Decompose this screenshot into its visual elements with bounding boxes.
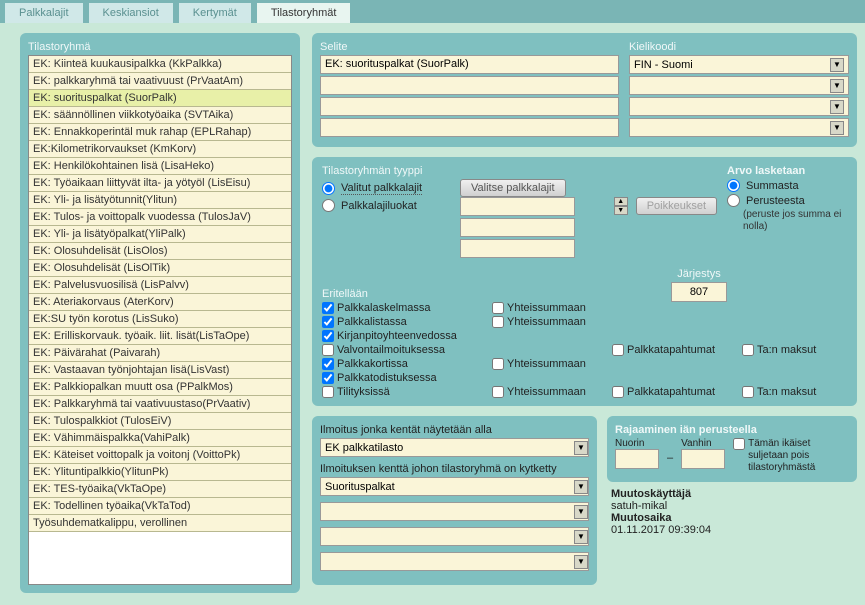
kielikoodi-dropdown-4[interactable]: ▼ (629, 118, 849, 137)
list-item[interactable]: EK: Vähimmäispalkka(VahiPalk) (29, 430, 291, 447)
palkkalistassa-checkbox[interactable] (322, 316, 334, 328)
selite-input-3[interactable] (320, 97, 619, 116)
luokat-spinner[interactable]: ▲▼ (614, 197, 628, 215)
kirjanpito-checkbox[interactable] (322, 330, 334, 342)
tilastoryhma-panel: Tilastoryhmä EK: Kiinteä kuukausipalkka … (20, 33, 300, 593)
type-eritel-panel: Tilastoryhmän tyyppi Valitut palkkalajit… (312, 157, 857, 406)
list-item[interactable]: EK: TES-työaika(VkTaOpe) (29, 481, 291, 498)
yhteissummaan-3-checkbox[interactable] (492, 358, 504, 370)
selite-input-4[interactable] (320, 118, 619, 137)
list-item[interactable]: EK: Päivärahat (Paivarah) (29, 345, 291, 362)
ilmoitus-panel: Ilmoitus jonka kentät näytetään alla EK … (312, 416, 597, 585)
chevron-down-icon: ▼ (574, 480, 588, 494)
chevron-down-icon: ▼ (830, 79, 844, 93)
selite-input-1[interactable]: EK: suorituspalkat (SuorPalk) (320, 55, 619, 74)
kentta-dropdown-1[interactable]: Suorituspalkat▼ (320, 477, 589, 496)
list-item[interactable]: EK: Ennakkoperintäl muk rahap (EPLRahap) (29, 124, 291, 141)
selite-input-2[interactable] (320, 76, 619, 95)
muutos-info: Muutoskäyttäjä satuh-mikal Muutosaika 01… (607, 482, 857, 542)
list-item[interactable]: Työsuhdematkalippu, verollinen (29, 515, 291, 532)
tilityksissa-checkbox[interactable] (322, 386, 334, 398)
chevron-down-icon: ▼ (830, 100, 844, 114)
kentta-dropdown-2[interactable]: ▼ (320, 502, 589, 521)
list-item[interactable]: EK: Tulospalkkiot (TulosEiV) (29, 413, 291, 430)
summasta-radio[interactable] (727, 179, 740, 192)
chevron-down-icon: ▼ (574, 530, 588, 544)
list-item[interactable]: EK: Palvelusvuosilisä (LisPalvv) (29, 277, 291, 294)
valitut-radio[interactable] (322, 182, 335, 195)
kielikoodi-label: Kielikoodi (629, 41, 849, 53)
chevron-down-icon: ▼ (574, 441, 588, 455)
chevron-down-icon: ▼ (574, 505, 588, 519)
list-item[interactable]: EK: Käteiset voittopalk ja voitonj (Voit… (29, 447, 291, 464)
tab-kertymat[interactable]: Kertymät (178, 2, 252, 23)
list-item[interactable]: EK: Olosuhdelisät (LisOlos) (29, 243, 291, 260)
perusteesta-radio[interactable] (727, 194, 740, 207)
list-item[interactable]: EK: säännöllinen viikkotyöaika (SVTAika) (29, 107, 291, 124)
nuorin-input[interactable] (615, 449, 659, 469)
list-item[interactable]: EK: Palkkaryhmä tai vaativuustaso(PrVaat… (29, 396, 291, 413)
list-item[interactable]: EK: Yli- ja lisätyöpalkat(YliPalk) (29, 226, 291, 243)
poikkeukset-button[interactable]: Poikkeukset (636, 197, 717, 215)
luokat-dropdown-3[interactable] (460, 239, 575, 258)
eritellaan-label: Eritellään (322, 288, 368, 300)
rajaaminen-panel: Rajaaminen iän perusteella Nuorin – Vanh… (607, 416, 857, 482)
tan-maksut-2-checkbox[interactable] (742, 386, 754, 398)
tilastoryhma-listbox[interactable]: EK: Kiinteä kuukausipalkka (KkPalkka)EK:… (28, 55, 292, 585)
list-item[interactable]: EK:Kilometrikorvaukset (KmKorv) (29, 141, 291, 158)
kielikoodi-dropdown-2[interactable]: ▼ (629, 76, 849, 95)
list-item[interactable]: EK: Työaikaan liittyvät ilta- ja yötyöl … (29, 175, 291, 192)
list-item[interactable]: EK: Yli- ja lisätyötunnit(Ylitun) (29, 192, 291, 209)
tab-keskiansiot[interactable]: Keskiansiot (88, 2, 174, 23)
list-item[interactable]: EK: Todellinen työaika(VkTaTod) (29, 498, 291, 515)
jarjestys-input[interactable] (671, 282, 727, 302)
tan-maksut-1-checkbox[interactable] (742, 344, 754, 356)
list-item[interactable]: EK: palkkaryhmä tai vaativuust (PrVaatAm… (29, 73, 291, 90)
palkkakortissa-checkbox[interactable] (322, 358, 334, 370)
luokat-dropdown-2[interactable] (460, 218, 575, 237)
kentta-dropdown-3[interactable]: ▼ (320, 527, 589, 546)
yhteissummaan-1-checkbox[interactable] (492, 302, 504, 314)
ilmoitus-dropdown[interactable]: EK palkkatilasto▼ (320, 438, 589, 457)
list-item[interactable]: EK: Ylituntipalkkio(YlitunPk) (29, 464, 291, 481)
palkkalajiluokat-radio[interactable] (322, 199, 335, 212)
type-label: Tilastoryhmän tyyppi (322, 165, 717, 177)
chevron-down-icon: ▼ (830, 58, 844, 72)
kielikoodi-dropdown-3[interactable]: ▼ (629, 97, 849, 116)
list-item[interactable]: EK: Olosuhdelisät (LisOlTik) (29, 260, 291, 277)
chevron-down-icon: ▼ (830, 121, 844, 135)
list-item[interactable]: EK: Vastaavan työnjohtajan lisä(LisVast) (29, 362, 291, 379)
jarjestys-label: Järjestys (671, 268, 727, 280)
palkkatapahtumat-1-checkbox[interactable] (612, 344, 624, 356)
valitse-palkkalajit-button[interactable]: Valitse palkkalajit (460, 179, 566, 197)
list-item[interactable]: EK: suorituspalkat (SuorPalk) (29, 90, 291, 107)
palkkalaskelmassa-checkbox[interactable] (322, 302, 334, 314)
tilastoryhma-label: Tilastoryhmä (28, 41, 292, 53)
selite-panel: Selite EK: suorituspalkat (SuorPalk) Kie… (312, 33, 857, 147)
yhteissummaan-4-checkbox[interactable] (492, 386, 504, 398)
yhteissummaan-2-checkbox[interactable] (492, 316, 504, 328)
tabs: Palkkalajit Keskiansiot Kertymät Tilasto… (0, 0, 865, 23)
palkkatodistuksessa-checkbox[interactable] (322, 372, 334, 384)
tab-tilastoryhmat[interactable]: Tilastoryhmät (256, 2, 352, 23)
tab-palkkalajit[interactable]: Palkkalajit (4, 2, 84, 23)
list-item[interactable]: EK:SU työn korotus (LisSuko) (29, 311, 291, 328)
chevron-down-icon: ▼ (574, 555, 588, 569)
list-item[interactable]: EK: Kiinteä kuukausipalkka (KkPalkka) (29, 56, 291, 73)
list-item[interactable]: EK: Ateriakorvaus (AterKorv) (29, 294, 291, 311)
kielikoodi-dropdown-1[interactable]: FIN - Suomi▼ (629, 55, 849, 74)
list-item[interactable]: EK: Henkilökohtainen lisä (LisaHeko) (29, 158, 291, 175)
vanhin-input[interactable] (681, 449, 725, 469)
suljetaan-checkbox[interactable] (733, 438, 745, 450)
list-item[interactable]: EK: Palkkiopalkan muutt osa (PPalkMos) (29, 379, 291, 396)
list-item[interactable]: EK: Tulos- ja voittopalk vuodessa (Tulos… (29, 209, 291, 226)
kentta-dropdown-4[interactable]: ▼ (320, 552, 589, 571)
palkkatapahtumat-2-checkbox[interactable] (612, 386, 624, 398)
list-item[interactable]: EK: Erilliskorvauk. työaik. liit. lisät(… (29, 328, 291, 345)
arvo-lasketaan-box: Arvo lasketaan Summasta Perusteesta (per… (727, 165, 847, 260)
selite-label: Selite (320, 41, 619, 53)
valvonta-checkbox[interactable] (322, 344, 334, 356)
luokat-dropdown-1[interactable] (460, 197, 575, 216)
